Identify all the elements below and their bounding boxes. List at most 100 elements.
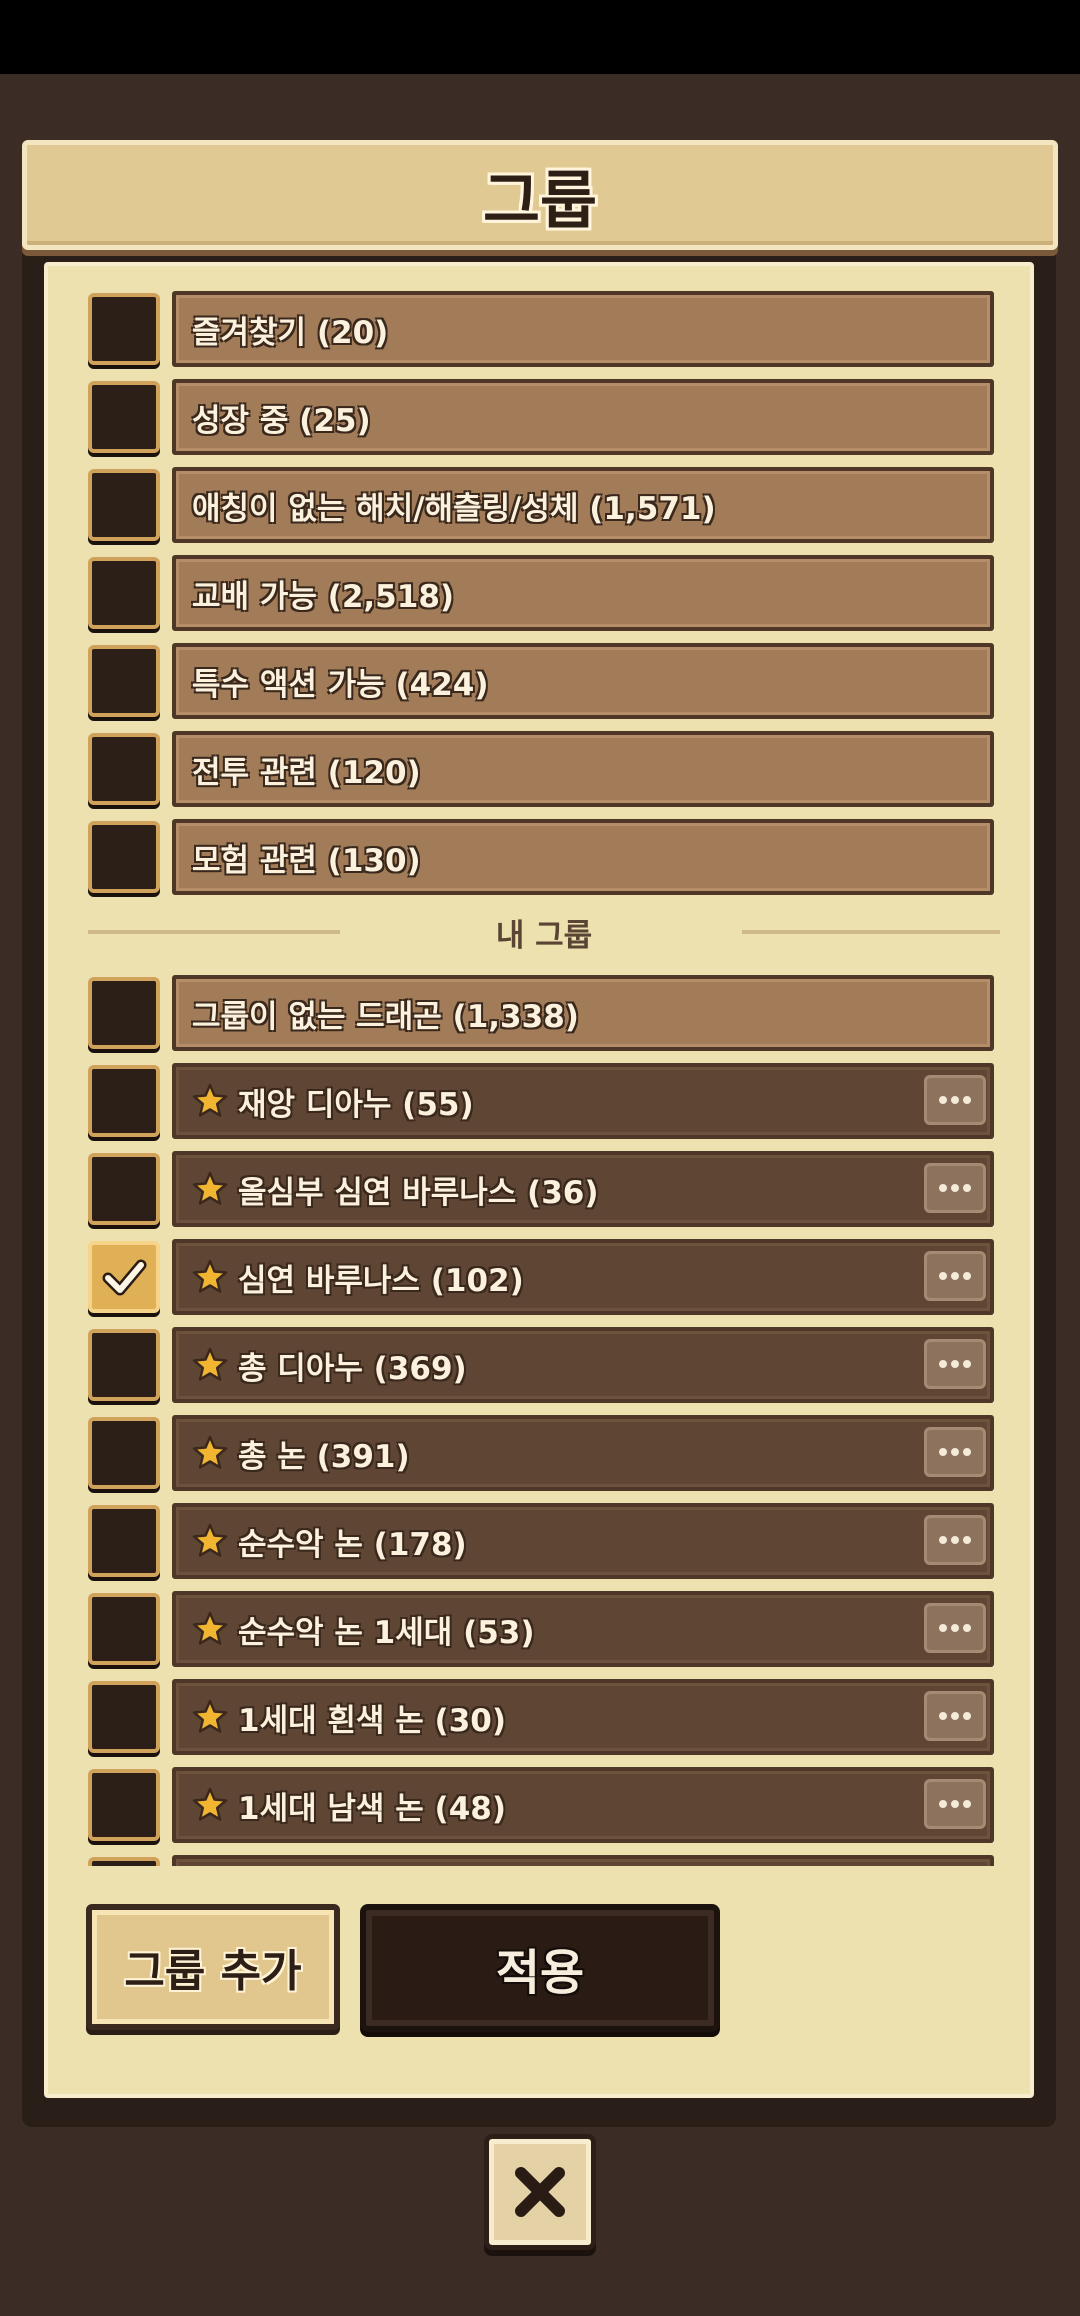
more-options-button[interactable]: [924, 1339, 986, 1389]
group-checkbox[interactable]: [88, 293, 160, 365]
star-icon[interactable]: [192, 1347, 228, 1383]
star-icon[interactable]: [192, 1787, 228, 1823]
group-checkbox[interactable]: [88, 469, 160, 541]
group-name-bar[interactable]: 총 디아누 (369): [172, 1327, 994, 1403]
system-group-row[interactable]: 전투 관련 (120): [88, 730, 1000, 808]
group-checkbox[interactable]: [88, 1329, 160, 1401]
group-label: 1세대 흰색 논 (30): [238, 1702, 507, 1739]
checkmark-icon: [102, 1259, 147, 1296]
system-group-row[interactable]: 그룹이 없는 드래곤 (1,338): [88, 974, 1000, 1052]
group-name-bar[interactable]: 심연 바루나스 (102): [172, 1239, 994, 1315]
my-group-row[interactable]: 순수악 논 1세대 (53): [88, 1590, 1000, 1668]
group-checkbox[interactable]: [88, 1241, 160, 1313]
more-options-button[interactable]: [924, 1603, 986, 1653]
group-checkbox[interactable]: [88, 1065, 160, 1137]
group-name-bar[interactable]: [172, 1855, 994, 1866]
status-bar: [0, 0, 1080, 74]
my-group-row[interactable]: 1세대 흰색 논 (30): [88, 1678, 1000, 1756]
star-icon[interactable]: [192, 1523, 228, 1559]
group-checkbox[interactable]: [88, 557, 160, 629]
group-name-bar[interactable]: 1세대 흰색 논 (30): [172, 1679, 994, 1755]
group-checkbox[interactable]: [88, 1857, 160, 1866]
more-options-button[interactable]: [924, 1427, 986, 1477]
group-name-bar[interactable]: 특수 액션 가능 (424): [172, 643, 994, 719]
dot: [951, 1624, 959, 1632]
system-group-row[interactable]: 애칭이 없는 해치/해츨링/성체 (1,571): [88, 466, 1000, 544]
group-name-bar[interactable]: 애칭이 없는 해치/해츨링/성체 (1,571): [172, 467, 994, 543]
star-icon[interactable]: [192, 1171, 228, 1207]
star-icon[interactable]: [192, 1259, 228, 1295]
group-label: 1세대 남색 논 (48): [238, 1790, 507, 1827]
group-checkbox[interactable]: [88, 977, 160, 1049]
dot: [963, 1624, 971, 1632]
more-options-button[interactable]: [924, 1251, 986, 1301]
group-label: 순수악 논 1세대 (53): [238, 1614, 535, 1651]
my-group-row[interactable]: 심연 바루나스 (102): [88, 1238, 1000, 1316]
group-checkbox[interactable]: [88, 645, 160, 717]
group-label: 전투 관련 (120): [192, 754, 421, 791]
dot: [939, 1096, 947, 1104]
more-options-button[interactable]: [924, 1163, 986, 1213]
next-row-partial[interactable]: [88, 1854, 1000, 1866]
more-options-button[interactable]: [924, 1691, 986, 1741]
dot: [951, 1272, 959, 1280]
close-button[interactable]: [484, 2134, 596, 2250]
group-checkbox[interactable]: [88, 381, 160, 453]
group-name-bar[interactable]: 성장 중 (25): [172, 379, 994, 455]
group-checkbox[interactable]: [88, 1769, 160, 1841]
dot: [963, 1712, 971, 1720]
divider: [742, 930, 1000, 934]
dot: [951, 1712, 959, 1720]
group-label: 즐겨찾기 (20): [192, 314, 389, 351]
group-name-bar[interactable]: 총 논 (391): [172, 1415, 994, 1491]
group-label: 총 논 (391): [238, 1438, 410, 1475]
group-name-bar[interactable]: 그룹이 없는 드래곤 (1,338): [172, 975, 994, 1051]
system-group-row[interactable]: 교배 가능 (2,518): [88, 554, 1000, 632]
my-group-row[interactable]: 총 논 (391): [88, 1414, 1000, 1492]
group-name-bar[interactable]: 전투 관련 (120): [172, 731, 994, 807]
group-name-bar[interactable]: 순수악 논 (178): [172, 1503, 994, 1579]
more-options-button[interactable]: [924, 1515, 986, 1565]
group-name-bar[interactable]: 1세대 남색 논 (48): [172, 1767, 994, 1843]
group-checkbox[interactable]: [88, 1505, 160, 1577]
group-checkbox[interactable]: [88, 1417, 160, 1489]
system-group-row[interactable]: 성장 중 (25): [88, 378, 1000, 456]
more-options-button[interactable]: [924, 1075, 986, 1125]
group-list[interactable]: 즐겨찾기 (20) 성장 중 (25) 애칭이 없는 해치/해츨링/성체 (1,57…: [88, 286, 1000, 1866]
star-icon[interactable]: [192, 1435, 228, 1471]
close-x-icon: [515, 2167, 565, 2217]
group-name-bar[interactable]: 모험 관련 (130): [172, 819, 994, 895]
dot: [939, 1800, 947, 1808]
system-group-row[interactable]: 모험 관련 (130): [88, 818, 1000, 896]
apply-button[interactable]: 적용: [360, 1904, 720, 2032]
more-options-button[interactable]: [924, 1779, 986, 1829]
add-group-button[interactable]: 그룹 추가: [86, 1904, 340, 2030]
group-checkbox[interactable]: [88, 733, 160, 805]
my-group-row[interactable]: 재앙 디아누 (55): [88, 1062, 1000, 1140]
dot: [963, 1360, 971, 1368]
system-group-row[interactable]: 즐겨찾기 (20): [88, 290, 1000, 368]
group-label: 심연 바루나스 (102): [238, 1262, 524, 1299]
group-checkbox[interactable]: [88, 1153, 160, 1225]
star-icon[interactable]: [192, 1699, 228, 1735]
dot: [963, 1536, 971, 1544]
star-icon[interactable]: [192, 1083, 228, 1119]
group-checkbox[interactable]: [88, 821, 160, 893]
my-group-row[interactable]: 총 디아누 (369): [88, 1326, 1000, 1404]
group-name-bar[interactable]: 교배 가능 (2,518): [172, 555, 994, 631]
my-group-row[interactable]: 1세대 남색 논 (48): [88, 1766, 1000, 1844]
star-icon[interactable]: [192, 1611, 228, 1647]
group-label: 총 디아누 (369): [238, 1350, 467, 1387]
system-group-row[interactable]: 특수 액션 가능 (424): [88, 642, 1000, 720]
my-group-row[interactable]: 올심부 심연 바루나스 (36): [88, 1150, 1000, 1228]
group-checkbox[interactable]: [88, 1593, 160, 1665]
group-name-bar[interactable]: 순수악 논 1세대 (53): [172, 1591, 994, 1667]
group-checkbox[interactable]: [88, 1681, 160, 1753]
my-group-row[interactable]: 순수악 논 (178): [88, 1502, 1000, 1580]
dot: [951, 1800, 959, 1808]
add-group-label: 그룹 추가: [124, 1946, 302, 1997]
group-name-bar[interactable]: 올심부 심연 바루나스 (36): [172, 1151, 994, 1227]
group-name-bar[interactable]: 재앙 디아누 (55): [172, 1063, 994, 1139]
my-groups-section-header: 내 그룹: [88, 902, 1000, 962]
group-name-bar[interactable]: 즐겨찾기 (20): [172, 291, 994, 367]
